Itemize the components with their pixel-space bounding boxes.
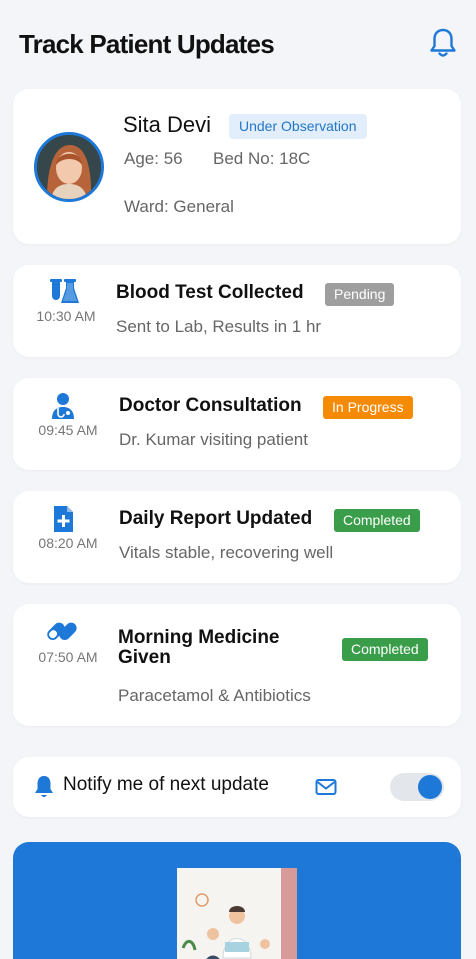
update-time: 07:50 AM: [38, 649, 98, 665]
update-card-blood-test[interactable]: 10:30 AM Blood Test Collected Pending Se…: [13, 265, 461, 357]
update-title: Morning Medicine Given: [118, 627, 280, 668]
patient-name: Sita Devi: [123, 112, 212, 137]
notify-label: Notify me of next update: [63, 774, 269, 795]
medical-file-icon: [54, 506, 73, 532]
update-time: 08:20 AM: [38, 535, 98, 551]
bell-icon[interactable]: [428, 27, 458, 59]
doctor-icon: [52, 393, 74, 419]
update-card-medicine[interactable]: 07:50 AM Morning Medicine Given Complete…: [13, 604, 461, 726]
update-card-daily-report[interactable]: 08:20 AM Daily Report Updated Completed …: [13, 491, 461, 583]
update-card-doctor[interactable]: 09:45 AM Doctor Consultation In Progress…: [13, 378, 461, 470]
promo-banner[interactable]: [13, 842, 461, 959]
app-header: Track Patient Updates: [0, 0, 476, 88]
patient-age: Age: 56: [124, 149, 183, 168]
lab-flask-icon: [50, 279, 79, 303]
update-description: Vitals stable, recovering well: [119, 543, 334, 562]
status-badge-pending: Pending: [325, 283, 395, 306]
update-time: 10:30 AM: [36, 308, 96, 324]
consultation-illustration: [177, 868, 297, 959]
status-badge-in-progress: In Progress: [323, 396, 413, 419]
patient-card[interactable]: Sita Devi Under Observation Age: 56 Bed …: [13, 89, 461, 244]
status-badge: Under Observation: [229, 114, 367, 139]
notify-row: Notify me of next update: [13, 757, 461, 817]
update-time: 09:45 AM: [38, 422, 98, 438]
update-description: Paracetamol & Antibiotics: [118, 686, 311, 705]
update-title: Blood Test Collected: [116, 282, 304, 303]
update-title: Daily Report Updated: [119, 508, 313, 529]
mail-icon[interactable]: [315, 778, 337, 796]
toggle-knob: [418, 775, 442, 799]
pills-icon: [47, 622, 77, 641]
patient-ward: Ward: General: [124, 197, 234, 216]
notify-toggle[interactable]: [390, 773, 444, 801]
status-badge-completed: Completed: [342, 638, 428, 661]
update-description: Sent to Lab, Results in 1 hr: [116, 317, 322, 336]
update-title: Doctor Consultation: [119, 395, 302, 416]
patient-avatar: [34, 132, 104, 202]
patient-bed: Bed No: 18C: [213, 149, 311, 168]
page-title: Track Patient Updates: [19, 29, 275, 59]
update-description: Dr. Kumar visiting patient: [119, 430, 308, 449]
status-badge-completed: Completed: [334, 509, 420, 532]
bell-icon: [35, 776, 53, 797]
